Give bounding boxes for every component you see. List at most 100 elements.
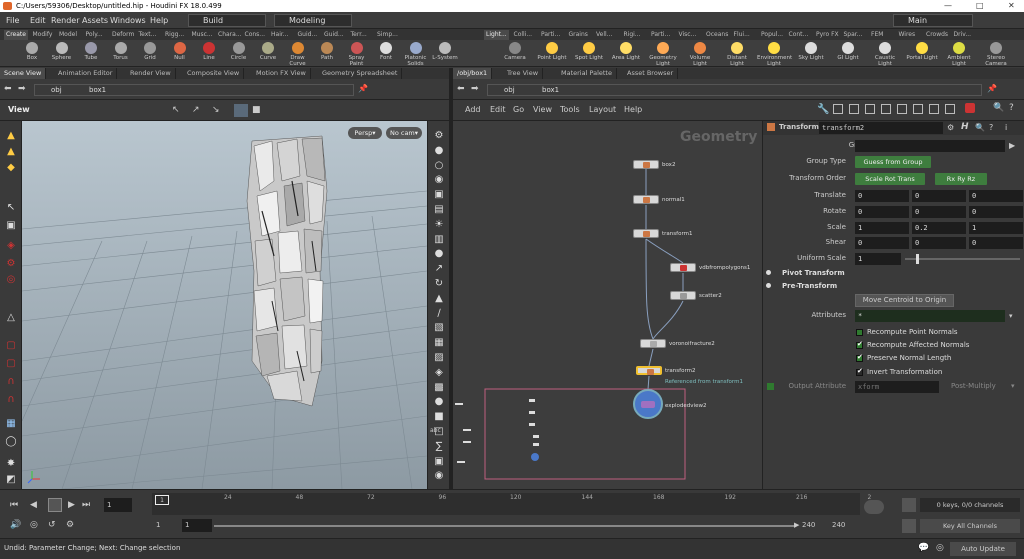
step-back-icon[interactable]: ◀: [30, 500, 37, 510]
display-option-icon[interactable]: ▦: [432, 336, 446, 350]
display-option-icon[interactable]: ▲: [432, 292, 446, 306]
display-option-icon[interactable]: ●: [432, 247, 446, 261]
range-start2-field[interactable]: 1: [182, 519, 212, 532]
shelf-tool-button[interactable]: Box: [18, 42, 46, 66]
shelf-tab[interactable]: Parti...: [649, 30, 672, 40]
network-box-icon[interactable]: [913, 104, 923, 114]
display-option-icon[interactable]: ◉: [432, 173, 446, 187]
node-vdbfrompolygons1[interactable]: [670, 263, 696, 272]
shelf-tab[interactable]: Simp...: [375, 30, 400, 40]
shelf-tool-button[interactable]: L-System: [431, 42, 459, 66]
display-option-icon[interactable]: ∕: [432, 307, 446, 321]
tool-icon[interactable]: ▲: [4, 145, 18, 159]
tool-icon[interactable]: ▣: [4, 219, 18, 233]
shelf-tool-button[interactable]: Sky Light: [794, 42, 828, 66]
display-option-icon[interactable]: ▨: [432, 351, 446, 365]
shelf-tab[interactable]: Popul...: [759, 30, 785, 40]
move-centroid-button[interactable]: Move Centroid to Origin: [855, 294, 954, 307]
tool-icon[interactable]: ▢: [4, 357, 18, 371]
panel-tab[interactable]: Composite View: [183, 68, 245, 79]
shelf-tool-button[interactable]: Geometry Light: [646, 42, 680, 67]
rotate-y[interactable]: 0: [912, 206, 966, 218]
wireframe-icon[interactable]: [234, 104, 248, 117]
display-option-icon[interactable]: ☀: [432, 218, 446, 232]
invert-transformation-checkbox[interactable]: [856, 367, 863, 376]
shelf-tab[interactable]: Rigg...: [163, 30, 186, 40]
param-help-icon[interactable]: ?: [989, 123, 993, 132]
shelf-tab[interactable]: Pyro FX: [814, 30, 841, 40]
hda-icon[interactable]: H: [961, 122, 969, 132]
shelf-tab[interactable]: Crowds: [924, 30, 950, 40]
scale-y[interactable]: 0.2: [912, 222, 966, 234]
text-display-icon[interactable]: abc: [430, 427, 441, 434]
net-menu-go[interactable]: Go: [513, 105, 524, 114]
shelf-tab[interactable]: Vell...: [594, 30, 614, 40]
tool-icon[interactable]: ∩: [4, 375, 18, 389]
help-icon[interactable]: ?: [1009, 103, 1014, 113]
range-slider[interactable]: [214, 525, 794, 527]
shelf-tool-button[interactable]: Point Light: [535, 42, 569, 66]
network-editor[interactable]: Geometry box2 normal1 transform1 vdbfrom…: [453, 121, 762, 489]
net-forward-arrow-icon[interactable]: ➡: [471, 84, 479, 94]
net-pin-icon[interactable]: 📌: [987, 84, 997, 93]
net-menu-layout[interactable]: Layout: [589, 105, 616, 114]
display-option-icon[interactable]: ⚙: [432, 129, 446, 143]
shelf-tab[interactable]: Deform: [110, 30, 136, 40]
shelf-tool-button[interactable]: Torus: [107, 42, 135, 66]
shelf-tab[interactable]: Visc...: [677, 30, 699, 40]
display-option-icon[interactable]: ∑: [432, 440, 446, 454]
list-view-icon[interactable]: [849, 104, 859, 114]
node-transform1[interactable]: [633, 229, 659, 238]
shelf-tab[interactable]: Poly...: [84, 30, 105, 40]
modeling-dropdown[interactable]: Modeling: [274, 14, 352, 27]
range-end2-field[interactable]: 240: [832, 521, 845, 529]
shelf-tab[interactable]: Text...: [137, 30, 159, 40]
shelf-tool-button[interactable]: Environment Light: [757, 42, 792, 67]
menu-windows[interactable]: Windows: [110, 14, 146, 27]
shelf-tab[interactable]: FEM: [869, 30, 885, 40]
shelf-tab[interactable]: Musc...: [190, 30, 215, 40]
update-options-icon[interactable]: ◎: [936, 543, 944, 553]
shelf-tool-button[interactable]: Grid: [136, 42, 164, 66]
recompute-point-normals-checkbox[interactable]: [856, 329, 863, 336]
tool-icon[interactable]: ✸: [4, 457, 18, 471]
shelf-tool-button[interactable]: Ambient Light: [942, 42, 976, 67]
shelf-tool-button[interactable]: Portal Light: [905, 42, 939, 66]
shelf-tab[interactable]: Driv...: [952, 30, 974, 40]
layout-icon[interactable]: [897, 104, 907, 114]
shelf-tab[interactable]: Wires: [897, 30, 918, 40]
tool-icon[interactable]: ◈: [4, 239, 18, 253]
tool-icon[interactable]: ◯: [4, 435, 18, 449]
panel-tab[interactable]: Motion FX View: [252, 68, 311, 79]
tile-view-icon[interactable]: [865, 104, 875, 114]
select-mode-icon[interactable]: ↖: [172, 105, 180, 115]
shelf-tool-button[interactable]: Null: [166, 42, 194, 66]
output-attribute-field[interactable]: xform: [855, 381, 939, 393]
shelf-tool-button[interactable]: Camera: [498, 42, 532, 66]
shelf-tool-button[interactable]: Font: [372, 42, 400, 66]
shelf-tab[interactable]: Terr...: [349, 30, 369, 40]
transform-order-dropdown[interactable]: Scale Rot Trans: [855, 173, 925, 185]
build-desktop-dropdown[interactable]: Build: [188, 14, 266, 27]
net-path-field[interactable]: [487, 84, 982, 96]
gear-icon[interactable]: ⚙: [947, 123, 954, 132]
flag-icon[interactable]: [965, 103, 975, 113]
display-option-icon[interactable]: ▣: [432, 455, 446, 469]
node-scatter2[interactable]: [670, 291, 696, 300]
grid-view-icon[interactable]: [833, 104, 843, 114]
rotate-z[interactable]: 0: [969, 206, 1023, 218]
translate-y[interactable]: 0: [912, 190, 966, 202]
display-option-icon[interactable]: ↻: [432, 277, 446, 291]
main-desktop-dropdown[interactable]: Main: [893, 14, 973, 27]
shelf-tab[interactable]: Chara...: [216, 30, 244, 40]
shelf-tool-button[interactable]: Spray Paint: [343, 42, 371, 67]
menu-help[interactable]: Help: [150, 14, 168, 27]
net-menu-view[interactable]: View: [533, 105, 552, 114]
camera-dropdown[interactable]: No cam▾: [386, 127, 422, 139]
node-explodedview2[interactable]: [633, 389, 663, 419]
display-option-icon[interactable]: ▤: [432, 203, 446, 217]
shelf-tab[interactable]: Cont...: [787, 30, 811, 40]
frame-cursor[interactable]: 1: [155, 495, 169, 505]
sticky-note-icon[interactable]: [929, 104, 939, 114]
display-option-icon[interactable]: ▣: [432, 188, 446, 202]
